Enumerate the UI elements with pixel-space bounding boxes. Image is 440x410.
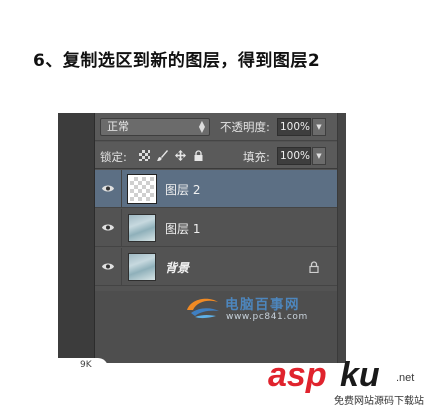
lock-position-icon[interactable]	[175, 150, 186, 161]
lock-fill-row: 锁定: 填充: 100% ▼	[95, 142, 337, 169]
opacity-label: 不透明度:	[220, 120, 270, 134]
aspku-logo-net: .net	[396, 372, 415, 384]
opacity-input[interactable]: 100%	[277, 118, 311, 136]
lock-image-pixels-icon[interactable]	[157, 150, 168, 161]
lock-all-icon[interactable]	[193, 150, 204, 161]
blend-mode-value: 正常	[107, 120, 129, 133]
opacity-dropdown-button[interactable]: ▼	[312, 118, 326, 136]
lock-transparent-pixels-icon[interactable]	[139, 150, 150, 161]
swirl-logo-icon	[187, 298, 219, 319]
watermark-url-text: www.pc841.com	[226, 312, 308, 322]
visibility-toggle[interactable]	[95, 170, 122, 208]
cut-text: 9K	[80, 360, 92, 370]
cutout-corner	[48, 358, 108, 374]
visibility-toggle[interactable]	[95, 248, 122, 286]
fill-input[interactable]: 100%	[277, 147, 311, 165]
layer-row[interactable]: 图层 2	[95, 170, 337, 208]
eye-icon	[102, 185, 114, 192]
scrollbar[interactable]	[337, 113, 346, 363]
chevron-down-icon: ▼	[316, 123, 322, 131]
blend-mode-select[interactable]: 正常 ▲ ▼	[100, 118, 210, 136]
aspku-subtitle: 免费网站源码下载站	[334, 396, 424, 407]
aspku-logo-ku: ku	[340, 356, 380, 394]
watermark-cn-text: 电脑百事网	[225, 297, 300, 313]
layer-thumbnail	[128, 253, 156, 281]
layer-row[interactable]: 图层 1	[95, 209, 337, 247]
layer-name: 图层 1	[165, 222, 201, 236]
left-dark-strip	[58, 113, 95, 363]
eye-icon	[102, 224, 114, 231]
layer-thumbnail	[128, 214, 156, 242]
aspku-logo-asp: asp	[268, 356, 327, 394]
blend-opacity-row: 正常 ▲ ▼ 不透明度: 100% ▼	[95, 113, 337, 141]
watermark-pc841: 电脑百事网 www.pc841.com	[185, 290, 325, 330]
layer-name: 图层 2	[165, 183, 201, 197]
step-heading: 6、复制选区到新的图层，得到图层2	[33, 51, 321, 71]
fill-dropdown-button[interactable]: ▼	[312, 147, 326, 165]
watermark-aspku: asp ku .net 免费网站源码下载站	[268, 356, 440, 410]
eye-icon	[102, 263, 114, 270]
layer-name: 背景	[165, 261, 190, 275]
lock-icon	[309, 261, 319, 273]
lock-label: 锁定:	[100, 150, 127, 164]
layer-row[interactable]: 背景	[95, 248, 337, 286]
layer-thumbnail	[127, 174, 157, 204]
up-down-arrows-icon: ▲ ▼	[198, 119, 205, 134]
fill-label: 填充:	[243, 150, 270, 164]
visibility-toggle[interactable]	[95, 209, 122, 247]
chevron-down-icon: ▼	[316, 152, 322, 160]
